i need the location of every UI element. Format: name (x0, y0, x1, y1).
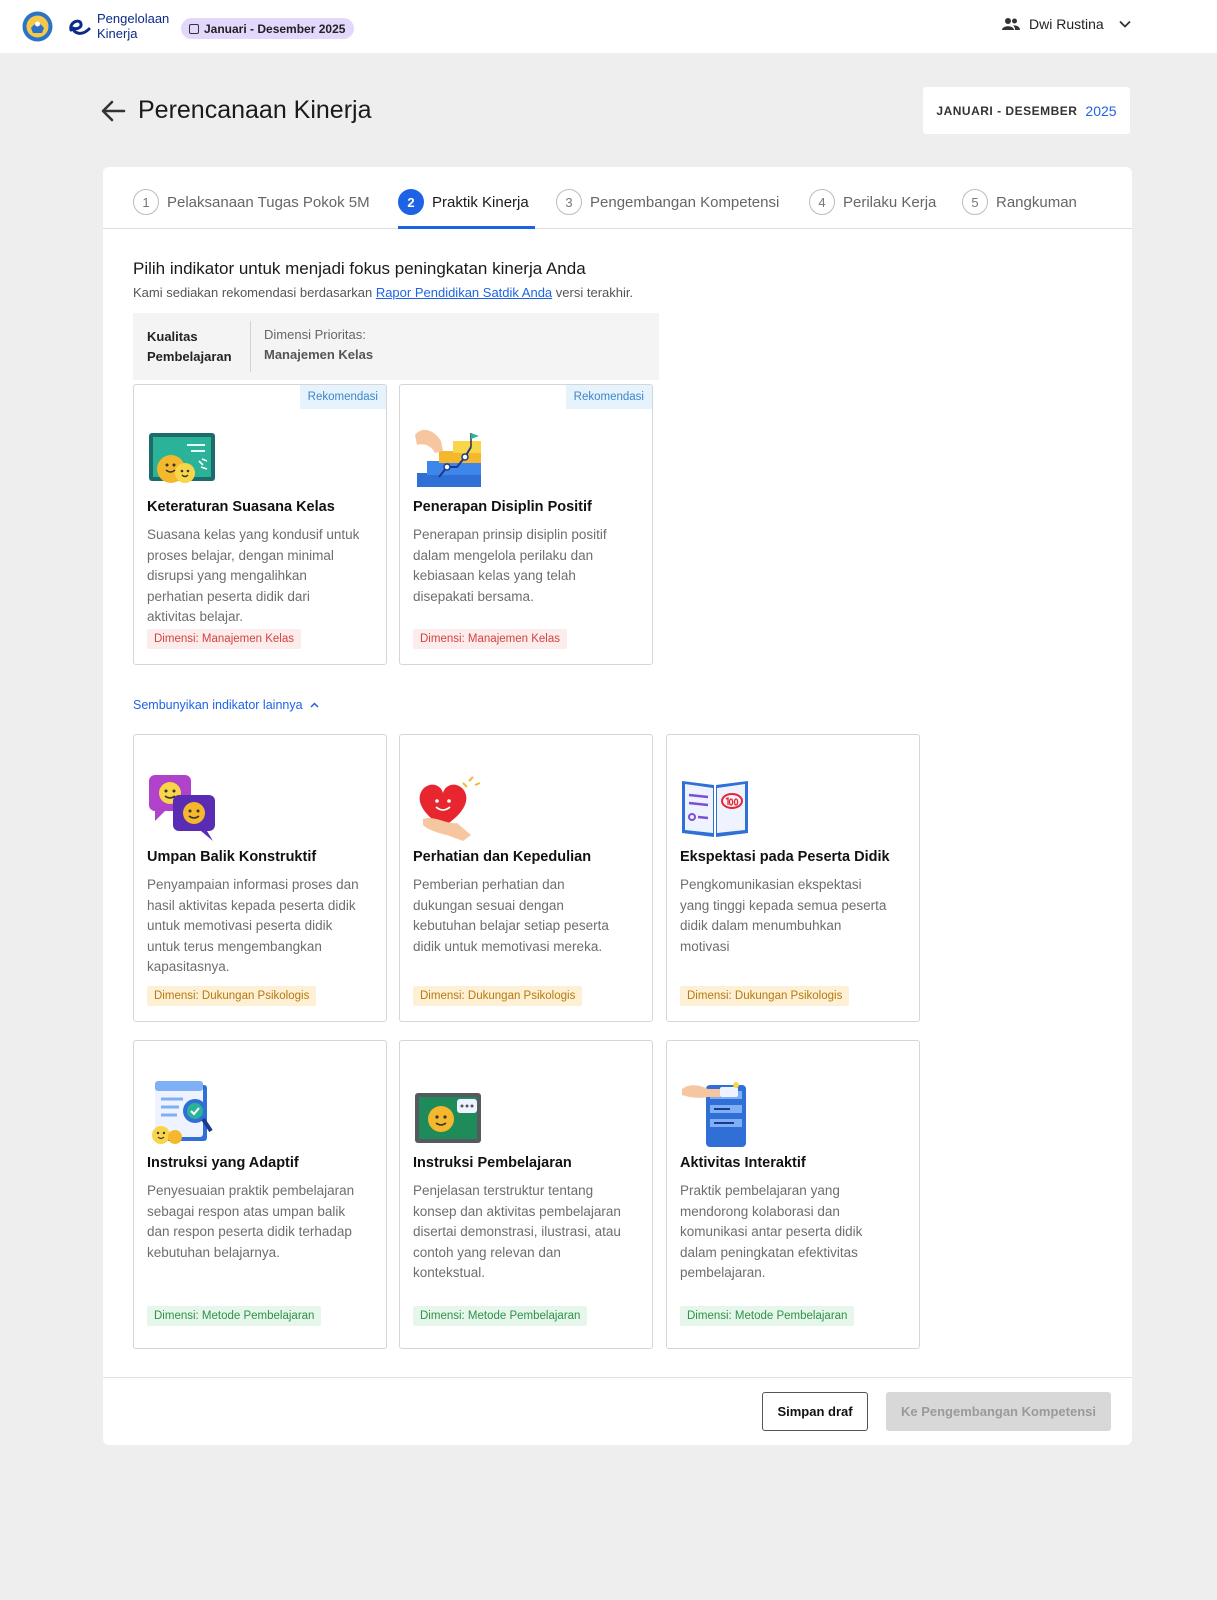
indicator-card-disiplin-positif[interactable]: Rekomendasi Penerapan Disiplin Positif P… (399, 384, 653, 665)
footer-divider (103, 1377, 1132, 1378)
category-label: Kualitas Pembelajaran (147, 327, 242, 367)
tab-rangkuman[interactable]: 5 Rangkuman (962, 189, 1077, 215)
active-tab-indicator (398, 226, 535, 229)
users-icon (1002, 18, 1020, 30)
priority-dimension-box: Kualitas Pembelajaran Dimensi Prioritas:… (133, 313, 659, 380)
indicator-title: Instruksi yang Adaptif (147, 1155, 299, 1171)
indicator-title: Instruksi Pembelajaran (413, 1155, 572, 1171)
main-card: 1 Pelaksanaan Tugas Pokok 5M 2 Praktik K… (103, 167, 1132, 1445)
indicator-title: Umpan Balik Konstruktif (147, 849, 317, 865)
step-number: 5 (962, 189, 988, 215)
tab-label: Rangkuman (996, 193, 1077, 211)
recommendation-badge: Rekomendasi (299, 385, 386, 409)
indicator-description: Penyesuaian praktik pembelajaran sebagai… (147, 1183, 355, 1260)
indicator-description: Pemberian perhatian dan dukungan sesuai … (413, 877, 609, 954)
category-line1: Kualitas (147, 329, 198, 344)
dimension-tag: Dimensi: Manajemen Kelas (147, 629, 301, 649)
hide-other-indicators-toggle[interactable]: Sembunyikan indikator lainnya (133, 698, 319, 712)
app-name-line1: Pengelolaan (97, 11, 170, 26)
subtitle-text-end: versi terakhir. (555, 285, 634, 300)
period-pill[interactable]: Januari - Desember 2025 (181, 18, 355, 39)
dimension-tag: Dimensi: Dukungan Psikologis (680, 986, 850, 1006)
chevron-up-icon (310, 702, 319, 708)
indicator-card-ekspektasi[interactable]: Ekspektasi pada Peserta Didik Pengkomuni… (666, 734, 920, 1022)
indicator-card-perhatian[interactable]: Perhatian dan Kepedulian Pemberian perha… (399, 734, 653, 1022)
rapor-pendidikan-link[interactable]: Rapor Pendidikan Satdik Anda (376, 285, 552, 300)
page-title: Perencanaan Kinerja (138, 96, 372, 124)
dimension-tag: Dimensi: Metode Pembelajaran (680, 1306, 855, 1326)
indicator-description: Praktik pembelajaran yang mendorong kola… (680, 1183, 863, 1280)
heart-hand-icon (419, 776, 481, 841)
period-label: JANUARI - DESEMBER (936, 103, 1078, 118)
category-line2: Pembelajaran (147, 349, 232, 364)
dimension-tag: Dimensi: Metode Pembelajaran (147, 1306, 322, 1326)
next-step-button[interactable]: Ke Pengembangan Kompetensi (886, 1392, 1111, 1431)
dimension-tag: Dimensi: Manajemen Kelas (413, 629, 567, 649)
step-number: 2 (398, 189, 424, 215)
indicator-description: Penyampaian informasi proses dan hasil a… (147, 877, 359, 974)
user-menu[interactable]: Dwi Rustina (1002, 16, 1131, 32)
step-number: 4 (809, 189, 835, 215)
indicator-title: Ekspektasi pada Peserta Didik (680, 849, 890, 865)
divider (250, 321, 251, 372)
document-check-icon (152, 1081, 213, 1144)
toggle-label: Sembunyikan indikator lainnya (133, 698, 303, 712)
indicator-description: Penerapan prinsip disiplin positif dalam… (413, 527, 607, 604)
indicator-description: Pengkomunikasian ekspektasi yang tinggi … (680, 877, 887, 954)
app-logo[interactable]: Pengelolaan Kinerja (66, 12, 176, 42)
phone-interaction-icon (682, 1082, 746, 1147)
back-arrow-icon[interactable] (100, 98, 126, 124)
app-logo-icon (69, 19, 91, 35)
indicator-card-aktivitas-interaktif[interactable]: Aktivitas Interaktif Praktik pembelajara… (666, 1040, 920, 1349)
classroom-board-icon (149, 433, 215, 483)
step-number: 1 (133, 189, 159, 215)
top-bar: Pengelolaan Kinerja Januari - Desember 2… (0, 0, 1217, 53)
stepper-tabs: 1 Pelaksanaan Tugas Pokok 5M 2 Praktik K… (103, 167, 1132, 229)
indicator-title: Perhatian dan Kepedulian (413, 849, 592, 865)
indicator-title: Penerapan Disiplin Positif (413, 499, 592, 515)
open-book-score-icon (682, 781, 748, 837)
period-selector[interactable]: JANUARI - DESEMBER 2025 (923, 87, 1130, 134)
indicator-title: Keteraturan Suasana Kelas (147, 499, 335, 515)
dimension-tag: Dimensi: Metode Pembelajaran (413, 1306, 588, 1326)
tab-pelaksanaan-tugas[interactable]: 1 Pelaksanaan Tugas Pokok 5M (133, 189, 370, 215)
section-title: Pilih indikator untuk menjadi fokus peni… (133, 259, 586, 278)
indicator-description: Penjelasan terstruktur tentang konsep da… (413, 1183, 621, 1280)
priority-value: Manajemen Kelas (264, 347, 374, 362)
app-name-line2: Kinerja (97, 26, 138, 41)
tab-praktik-kinerja[interactable]: 2 Praktik Kinerja (398, 189, 529, 215)
chat-smiley-icon (149, 775, 215, 841)
stairs-goal-icon (415, 429, 481, 487)
indicator-title: Aktivitas Interaktif (680, 1155, 806, 1171)
tab-pengembangan-kompetensi[interactable]: 3 Pengembangan Kompetensi (556, 189, 779, 215)
indicator-card-umpan-balik[interactable]: Umpan Balik Konstruktif Penyampaian info… (133, 734, 387, 1022)
recommendation-badge: Rekomendasi (565, 385, 652, 409)
chalkboard-speech-icon (415, 1093, 481, 1143)
ministry-emblem-icon (22, 11, 53, 42)
tab-label: Perilaku Kerja (843, 193, 937, 211)
chevron-down-icon (1119, 20, 1131, 28)
save-draft-button[interactable]: Simpan draf (762, 1392, 868, 1431)
calendar-icon (189, 23, 199, 34)
dimension-tag: Dimensi: Dukungan Psikologis (413, 986, 583, 1006)
tab-label: Pelaksanaan Tugas Pokok 5M (167, 193, 370, 211)
tab-label: Pengembangan Kompetensi (590, 193, 780, 211)
user-name: Dwi Rustina (1029, 16, 1104, 32)
indicator-card-instruksi-pembelajaran[interactable]: Instruksi Pembelajaran Penjelasan terstr… (399, 1040, 653, 1349)
indicator-card-instruksi-adaptif[interactable]: Instruksi yang Adaptif Penyesuaian prakt… (133, 1040, 387, 1349)
tab-perilaku-kerja[interactable]: 4 Perilaku Kerja (809, 189, 936, 215)
dimension-tag: Dimensi: Dukungan Psikologis (147, 986, 317, 1006)
indicator-description: Suasana kelas yang kondusif untuk proses… (147, 527, 360, 624)
tab-label: Praktik Kinerja (432, 193, 529, 211)
section-subtitle: Kami sediakan rekomendasi berdasarkan Ra… (133, 285, 633, 300)
period-pill-label: Januari - Desember 2025 (204, 21, 346, 36)
indicator-card-keteraturan[interactable]: Rekomendasi Keteraturan Suasana Kelas Su… (133, 384, 387, 665)
subtitle-text: Kami sediakan rekomendasi berdasarkan (133, 285, 373, 300)
step-number: 3 (556, 189, 582, 215)
priority-label: Dimensi Prioritas: (264, 327, 366, 342)
period-year: 2025 (1085, 102, 1117, 119)
